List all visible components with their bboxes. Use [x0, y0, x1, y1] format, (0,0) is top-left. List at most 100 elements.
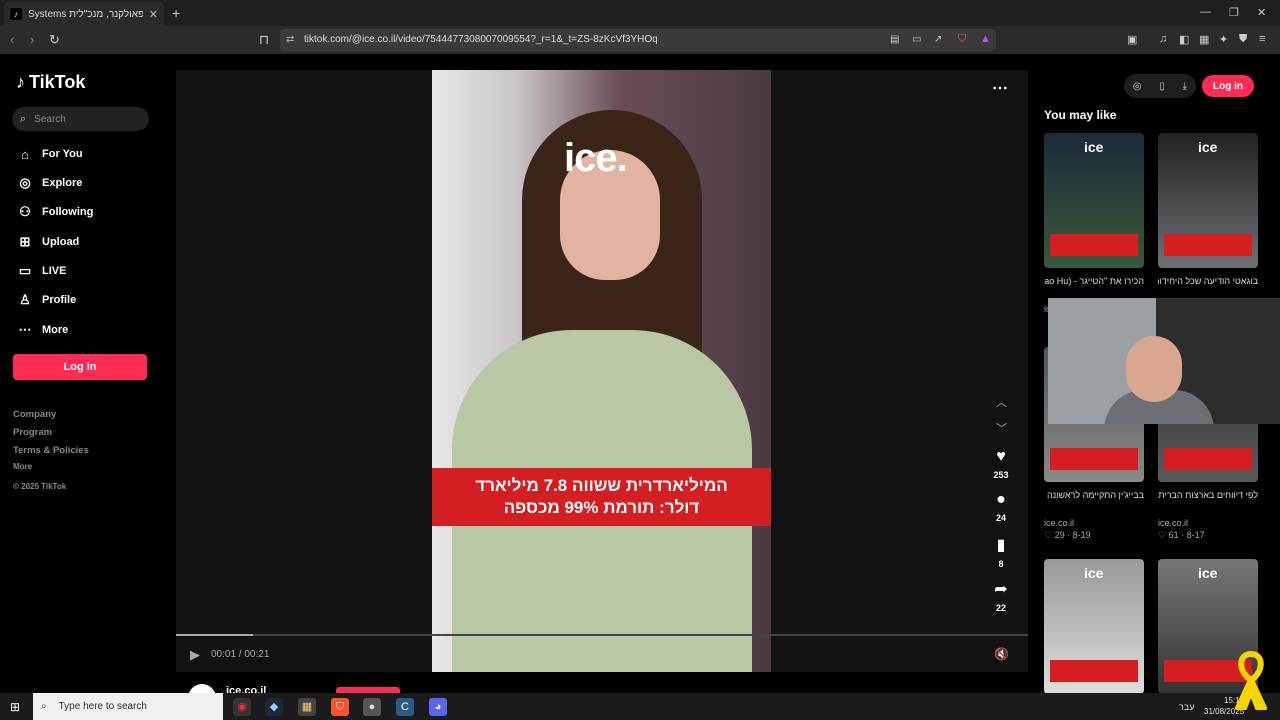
thumbnail-caption-band [1050, 660, 1138, 682]
video-more-options-icon[interactable]: ⋯ [992, 78, 1008, 98]
minimize-button[interactable]: — [1200, 6, 1211, 18]
save-action[interactable]: ▮ 8 [990, 535, 1012, 569]
search-icon: ⌕ [20, 112, 27, 125]
sidebar-icon[interactable]: ◧ [1179, 33, 1189, 46]
new-tab-button[interactable]: + [172, 5, 180, 21]
thumbnail-caption-band [1164, 234, 1252, 256]
app-icon[interactable]: ● [363, 698, 381, 716]
forward-icon[interactable]: › [30, 32, 34, 47]
video-progress-fill [176, 634, 253, 636]
like-count: 253 [993, 470, 1009, 480]
banner-line-2: דולר: תורמת 99% מכספה [503, 498, 700, 517]
close-window-button[interactable]: ✕ [1257, 6, 1266, 19]
sidebar-item-upload[interactable]: ⊞ Upload [16, 232, 80, 252]
files-app-icon[interactable]: ▦ [298, 698, 316, 716]
cast-icon[interactable]: ▭ [912, 34, 921, 45]
login-button[interactable]: Log in [13, 354, 147, 380]
sidebar-item-profile[interactable]: ♙ Profile [16, 290, 76, 310]
brave-app-icon[interactable]: ⛉ [331, 698, 349, 716]
heart-icon: ♥ [996, 448, 1006, 465]
video-progress-bar[interactable] [176, 634, 1028, 636]
search-input[interactable]: ⌕ Search [12, 107, 149, 131]
media-icon[interactable]: ♫ [1159, 33, 1167, 45]
save-count: 8 [998, 559, 1004, 569]
ice-logo-icon: ice [1198, 139, 1218, 155]
video-frame[interactable]: ice. המיליארדרית ששווה 7.8 מיליארד דולר:… [432, 70, 771, 672]
sidebar-item-explore[interactable]: ◎ Explore [16, 173, 82, 193]
footer-link-terms[interactable]: Terms & Policies [13, 445, 89, 456]
like-action[interactable]: ♥ 253 [990, 448, 1012, 480]
close-tab-icon[interactable]: ✕ [149, 8, 158, 21]
menu-icon[interactable]: ≡ [1259, 33, 1265, 45]
footer-link-company[interactable]: Company [13, 409, 56, 420]
card-thumbnail: ice [1158, 133, 1258, 268]
reload-icon[interactable]: ↻ [49, 32, 60, 48]
play-icon[interactable]: ▶ [190, 647, 200, 663]
video-time: 00:01 / 00:21 [211, 649, 270, 660]
compass-icon[interactable]: ◎ [1133, 81, 1142, 92]
sidebar-item-label: LIVE [42, 265, 67, 277]
card-source: ice.co.il [1044, 518, 1075, 528]
share-action[interactable]: ➦ 22 [990, 579, 1012, 613]
chrome-app-icon[interactable]: ◉ [233, 698, 251, 716]
steam-app-icon[interactable]: ◆ [265, 698, 283, 716]
banner-line-1: המיליארדרית ששווה 7.8 מיליארד [475, 476, 728, 495]
windows-start-icon[interactable]: ⊞ [10, 700, 20, 714]
site-info-icon[interactable]: ⇄ [286, 34, 294, 45]
recommendation-card[interactable]: ice בוגאטי הודיעה שכל היחידות של דגמי... [1158, 133, 1258, 302]
vpn-icon[interactable]: ⛊ [1239, 33, 1247, 46]
ice-logo-icon: ice [1084, 139, 1104, 155]
sidebar-item-for-you[interactable]: ⌂ For You [16, 144, 82, 164]
download-icon[interactable]: ⤓ [1183, 81, 1187, 92]
previous-video-icon[interactable]: ︿ [996, 394, 1007, 410]
tab-search-icon[interactable]: ▣ [1127, 33, 1137, 46]
taskbar-search-input[interactable]: ⌕ Type here to search [33, 693, 223, 720]
search-placeholder: Search [34, 113, 66, 125]
brave-shield-icon[interactable]: ⛉ [958, 33, 966, 46]
tiktok-logo[interactable]: ♪ TikTok [16, 72, 85, 93]
tab-title: Systems גיוני פאולקנר, מנכ"לית [28, 8, 143, 20]
bookmark-icon[interactable]: ⊓ [259, 32, 269, 48]
wallet-icon[interactable]: ▦ [1199, 33, 1209, 46]
sidebar-item-more[interactable]: ⋯ More [16, 320, 69, 340]
keyboard-language[interactable]: עבר [1179, 702, 1194, 712]
next-video-icon[interactable]: ﹀ [996, 420, 1007, 436]
share-arrow-icon: ➦ [994, 581, 1008, 598]
phone-icon[interactable]: ▯ [1159, 81, 1165, 92]
sidebar-item-live[interactable]: ▭ LIVE [16, 261, 67, 281]
recommendation-card[interactable]: ice [1044, 559, 1144, 694]
ice-logo-icon: ice [1084, 565, 1104, 581]
footer-link-program[interactable]: Program [13, 427, 52, 438]
footer-link-more[interactable]: More [13, 462, 32, 471]
rewards-icon[interactable]: ▲ [980, 33, 991, 45]
sidebar-item-following[interactable]: ⚇ Following [16, 202, 93, 222]
back-icon[interactable]: ‹ [10, 32, 14, 47]
edge-app-icon[interactable]: C [396, 698, 414, 716]
tiktok-note-icon: ♪ [16, 72, 25, 92]
home-icon: ⌂ [21, 146, 29, 162]
login-button-header[interactable]: Log in [1202, 75, 1254, 97]
address-bar[interactable]: ⇄ tiktok.com/@ice.co.il/video/7544477308… [280, 29, 996, 51]
translate-icon[interactable]: ▤ [890, 34, 899, 45]
card-caption: לפי דיווחים בארצות הברית, בשעות האחרונות… [1158, 490, 1258, 500]
profile-icon: ♙ [19, 292, 31, 307]
browser-tab[interactable]: ♪ Systems גיוני פאולקנר, מנכ"לית ✕ [4, 2, 164, 26]
recommendation-card[interactable]: ice הכירו את "הטייגר - (Xiao Hu)" הקוו..… [1044, 133, 1144, 314]
sidebar-item-label: Explore [42, 177, 83, 189]
webcam-overlay [1048, 298, 1280, 424]
discord-app-icon[interactable]: ◕ [429, 698, 447, 716]
sidebar-item-label: More [42, 324, 69, 336]
video-brand-watermark: ice. [564, 136, 628, 180]
windows-taskbar: ⊞ ⌕ Type here to search ◉ ◆ ▦ ⛉ ● C ◕ [0, 693, 1280, 720]
share-icon[interactable]: ↗ [934, 34, 942, 45]
maximize-button[interactable]: ❐ [1229, 6, 1239, 19]
leo-icon[interactable]: ✦ [1219, 33, 1228, 46]
comment-action[interactable]: ● 24 [990, 491, 1012, 523]
volume-muted-icon[interactable]: 🔇 [994, 647, 1009, 661]
share-count: 22 [995, 603, 1006, 613]
card-caption: בבייג'ין התקיימה לראשונה אולימפיאדת... [1044, 490, 1144, 500]
thumbnail-caption-band [1050, 448, 1138, 470]
plus-square-icon: ⊞ [19, 234, 31, 249]
taskbar-search-placeholder: Type here to search [58, 701, 147, 712]
ice-logo-icon: ice [1198, 565, 1218, 581]
